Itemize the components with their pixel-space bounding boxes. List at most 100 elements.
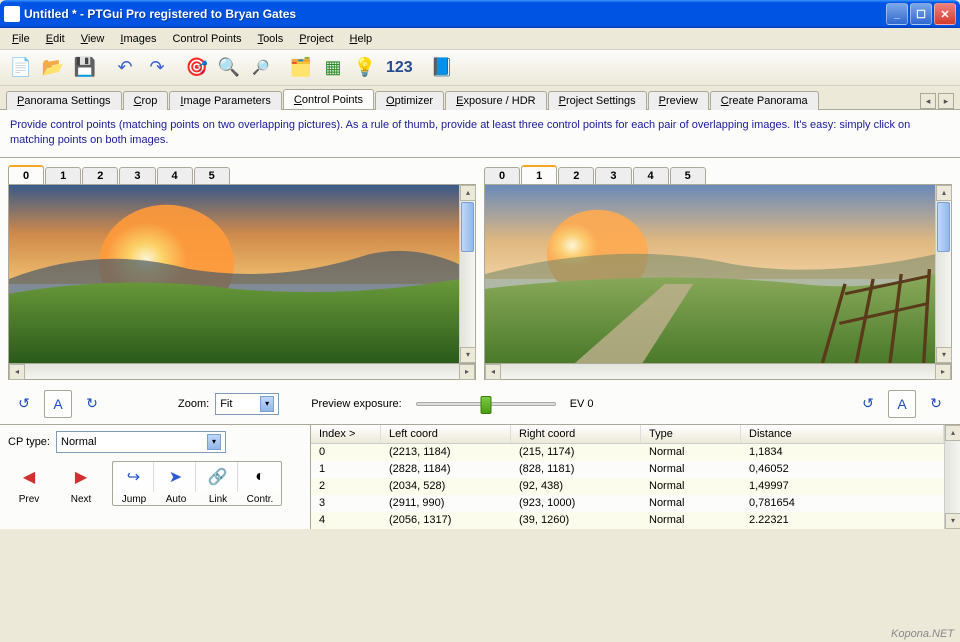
- exposure-slider[interactable]: [416, 402, 556, 406]
- zoom-select[interactable]: Fit ▾: [215, 393, 279, 415]
- tab-project-settings[interactable]: Project Settings: [548, 91, 647, 110]
- watermark: Kopona.NET: [891, 628, 954, 640]
- cursor-plus-icon: ➤: [156, 462, 196, 492]
- menu-tools[interactable]: Tools: [250, 31, 292, 47]
- titlebar: Untitled * - PTGui Pro registered to Bry…: [0, 0, 960, 28]
- zoom-in-button[interactable]: 🔍: [214, 53, 244, 83]
- table-row[interactable]: 1(2828, 1184)(828, 1181)Normal0,46052: [311, 461, 944, 478]
- right-img-tab-5[interactable]: 5: [670, 167, 706, 184]
- redo-button[interactable]: ↷: [142, 53, 172, 83]
- scroll-thumb[interactable]: [937, 202, 950, 252]
- toolbar: 📄 📂 💾 ↶ ↷ 🎯 🔍 🔎 🗂️ ▦ 💡 123 📘: [0, 50, 960, 86]
- open-project-button[interactable]: 📂: [38, 53, 68, 83]
- cell-left-coord: (2828, 1184): [381, 462, 511, 476]
- scroll-up-icon[interactable]: ▴: [936, 185, 952, 201]
- auto-left-button[interactable]: A: [44, 390, 72, 418]
- grid-button[interactable]: ▦: [318, 53, 348, 83]
- tab-crop[interactable]: Crop: [123, 91, 169, 110]
- scroll-right-icon[interactable]: ▸: [459, 364, 475, 380]
- right-scrollbar-horizontal[interactable]: ◂ ▸: [484, 364, 952, 380]
- scroll-down-icon[interactable]: ▾: [460, 347, 476, 363]
- menu-file[interactable]: File: [4, 31, 38, 47]
- right-img-tab-4[interactable]: 4: [633, 167, 669, 184]
- table-row[interactable]: 0(2213, 1184)(215, 1174)Normal1,1834: [311, 444, 944, 461]
- col-right-coord[interactable]: Right coord: [511, 425, 641, 443]
- lightbulb-button[interactable]: 💡: [350, 53, 380, 83]
- align-images-button[interactable]: 🎯: [182, 53, 212, 83]
- next-button[interactable]: ▶ Next: [60, 462, 102, 505]
- left-img-tab-2[interactable]: 2: [82, 167, 118, 184]
- scroll-up-icon[interactable]: ▴: [460, 185, 476, 201]
- scroll-down-icon[interactable]: ▾: [945, 513, 960, 529]
- table-scrollbar-vertical[interactable]: ▴ ▾: [944, 425, 960, 529]
- maximize-button[interactable]: ☐: [910, 3, 932, 25]
- rotate-ccw-right-button[interactable]: ↺: [854, 390, 882, 418]
- rotate-cw-right-button[interactable]: ↻: [922, 390, 950, 418]
- menu-view[interactable]: View: [73, 31, 113, 47]
- tab-image-parameters[interactable]: Image Parameters: [169, 91, 282, 110]
- menu-control-points[interactable]: Control Points: [164, 31, 249, 47]
- right-scrollbar-vertical[interactable]: ▴ ▾: [935, 185, 951, 363]
- scroll-right-icon[interactable]: ▸: [935, 364, 951, 380]
- control-points-table: Index > Left coord Right coord Type Dist…: [311, 425, 944, 529]
- col-index[interactable]: Index >: [311, 425, 381, 443]
- numeric-transform-button[interactable]: 123: [382, 59, 417, 77]
- rotate-ccw-left-button[interactable]: ↺: [10, 390, 38, 418]
- help-button[interactable]: 📘: [427, 53, 457, 83]
- right-img-tab-2[interactable]: 2: [558, 167, 594, 184]
- menu-images[interactable]: Images: [112, 31, 164, 47]
- tab-scroll-right[interactable]: ▸: [938, 93, 954, 109]
- scroll-thumb[interactable]: [461, 202, 474, 252]
- col-left-coord[interactable]: Left coord: [381, 425, 511, 443]
- left-img-tab-4[interactable]: 4: [157, 167, 193, 184]
- new-project-button[interactable]: 📄: [6, 53, 36, 83]
- prev-button[interactable]: ◀ Prev: [8, 462, 50, 505]
- slider-thumb[interactable]: [480, 396, 491, 414]
- tab-optimizer[interactable]: Optimizer: [375, 91, 444, 110]
- zoom-out-button[interactable]: 🔎: [246, 53, 276, 83]
- left-img-tab-3[interactable]: 3: [119, 167, 155, 184]
- left-scrollbar-horizontal[interactable]: ◂ ▸: [8, 364, 476, 380]
- menu-project[interactable]: Project: [291, 31, 341, 47]
- left-img-tab-0[interactable]: 0: [8, 165, 44, 184]
- rotate-cw-left-button[interactable]: ↻: [78, 390, 106, 418]
- zoom-value: Fit: [220, 398, 256, 410]
- left-scrollbar-vertical[interactable]: ▴ ▾: [459, 185, 475, 363]
- close-button[interactable]: ✕: [934, 3, 956, 25]
- minimize-button[interactable]: _: [886, 3, 908, 25]
- table-row[interactable]: 3(2911, 990)(923, 1000)Normal0,781654: [311, 495, 944, 512]
- cell-type: Normal: [641, 496, 741, 510]
- menu-edit[interactable]: Edit: [38, 31, 73, 47]
- scroll-left-icon[interactable]: ◂: [9, 364, 25, 380]
- scroll-down-icon[interactable]: ▾: [936, 347, 952, 363]
- right-image-canvas[interactable]: [485, 185, 935, 363]
- scroll-up-icon[interactable]: ▴: [945, 425, 960, 441]
- contrast-button[interactable]: ◐ Contr.: [239, 462, 281, 505]
- right-img-tab-0[interactable]: 0: [484, 167, 520, 184]
- undo-button[interactable]: ↶: [110, 53, 140, 83]
- tab-panorama-settings[interactable]: Panorama Settings: [6, 91, 122, 110]
- mask-button[interactable]: 🗂️: [286, 53, 316, 83]
- link-button[interactable]: 🔗 Link: [197, 462, 239, 505]
- menu-help[interactable]: Help: [342, 31, 381, 47]
- auto-button[interactable]: ➤ Auto: [155, 462, 197, 505]
- right-img-tab-3[interactable]: 3: [595, 167, 631, 184]
- left-img-tab-5[interactable]: 5: [194, 167, 230, 184]
- col-distance[interactable]: Distance: [741, 425, 944, 443]
- tab-preview[interactable]: Preview: [648, 91, 709, 110]
- tab-scroll-left[interactable]: ◂: [920, 93, 936, 109]
- left-image-canvas[interactable]: [9, 185, 459, 363]
- auto-right-button[interactable]: A: [888, 390, 916, 418]
- tab-create-panorama[interactable]: Create Panorama: [710, 91, 819, 110]
- jump-button[interactable]: ↪ Jump: [113, 462, 155, 505]
- table-row[interactable]: 4(2056, 1317)(39, 1260)Normal2.22321: [311, 512, 944, 529]
- tab-control-points[interactable]: Control Points: [283, 89, 374, 109]
- save-project-button[interactable]: 💾: [70, 53, 100, 83]
- right-img-tab-1[interactable]: 1: [521, 165, 557, 184]
- left-img-tab-1[interactable]: 1: [45, 167, 81, 184]
- tab-exposure-hdr[interactable]: Exposure / HDR: [445, 91, 546, 110]
- table-row[interactable]: 2(2034, 528)(92, 438)Normal1,49997: [311, 478, 944, 495]
- cp-type-select[interactable]: Normal ▾: [56, 431, 226, 453]
- scroll-left-icon[interactable]: ◂: [485, 364, 501, 380]
- col-type[interactable]: Type: [641, 425, 741, 443]
